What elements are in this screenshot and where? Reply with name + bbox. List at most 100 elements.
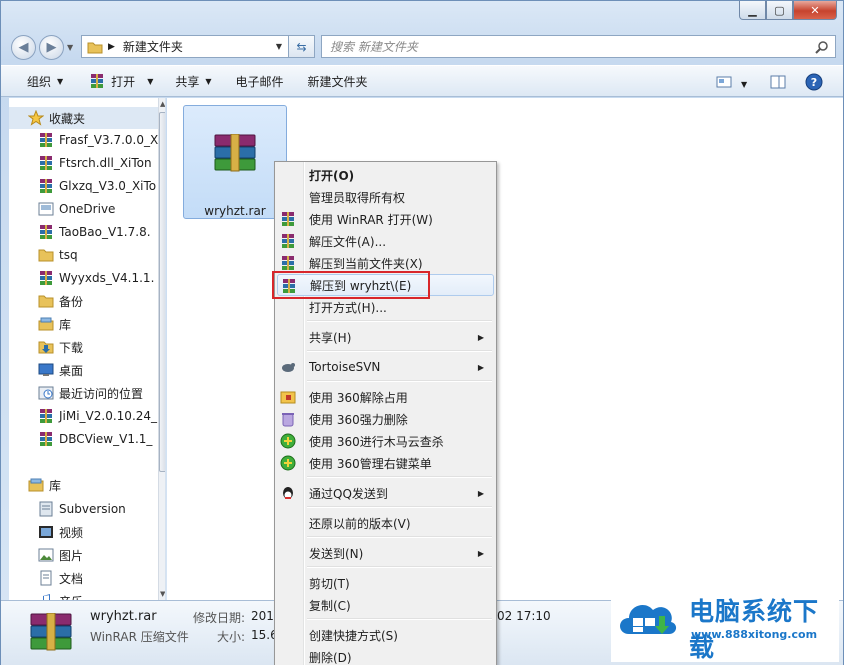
file-item-wryhzt[interactable]: wryhzt.rar (183, 105, 287, 219)
context-menu-item[interactable]: 解压文件(A)... (277, 230, 494, 252)
new-folder-button[interactable]: 新建文件夹 (294, 66, 378, 96)
caption-buttons: ▁ ▢ ✕ (739, 1, 837, 20)
forward-button[interactable]: ▶ (39, 35, 64, 60)
back-button[interactable]: ◀ (11, 35, 36, 60)
context-menu-item[interactable]: 解压到当前文件夹(X) (277, 252, 494, 274)
context-menu-item[interactable]: 发送到(N) ▶ (277, 542, 494, 564)
close-button[interactable]: ✕ (793, 1, 837, 20)
scroll-thumb[interactable] (159, 112, 165, 472)
context-menu-label: 通过QQ发送到 (309, 486, 388, 501)
rar-icon (40, 271, 52, 285)
tortoise-icon (282, 363, 295, 372)
context-menu-label: 打开方式(H)... (309, 300, 387, 315)
recent-pages-dropdown[interactable]: ▼ (67, 43, 73, 52)
nav-item-label: 图片 (59, 548, 84, 563)
nav-item[interactable]: 备份 (9, 290, 83, 312)
context-menu-item[interactable]: 还原以前的版本(V) (277, 512, 494, 534)
details-size-label: 大小: (217, 630, 246, 644)
share-label: 共享 (175, 74, 200, 89)
context-menu-item[interactable]: 打开方式(H)... (277, 296, 494, 318)
share-menu[interactable]: 共享 ▼ (163, 66, 221, 96)
scroll-down-icon[interactable]: ▼ (160, 590, 165, 598)
nav-item[interactable]: JiMi_V2.0.10.24_ (9, 405, 157, 427)
preview-pane-button[interactable] (767, 71, 789, 93)
nav-item[interactable]: 桌面 (9, 359, 83, 381)
search-input[interactable]: 搜索 新建文件夹 (321, 35, 836, 58)
menu-separator (307, 506, 492, 508)
context-menu-item[interactable]: 剪切(T) (277, 572, 494, 594)
minimize-button[interactable]: ▁ (739, 1, 766, 20)
file-list-pane[interactable]: wryhzt.rar (167, 98, 843, 600)
context-menu-item[interactable]: 使用 WinRAR 打开(W) (277, 208, 494, 230)
context-menu-label: 管理员取得所有权 (309, 190, 406, 205)
nav-library-item[interactable]: 图片 (9, 544, 83, 566)
change-view-button[interactable] (713, 71, 735, 93)
help-button[interactable]: ? (803, 71, 825, 93)
context-menu-label: 解压到 wryhzt\(E) (310, 278, 412, 293)
nav-scrollbar[interactable]: ▲ ▼ (158, 98, 165, 600)
nav-item[interactable]: TaoBao_V1.7.8. (9, 221, 151, 243)
context-menu-item[interactable]: 通过QQ发送到 ▶ (277, 482, 494, 504)
rar-icon (91, 74, 104, 88)
context-menu-label: 共享(H) (309, 330, 352, 345)
nav-item-label: JiMi_V2.0.10.24_ (59, 409, 158, 423)
nav-item[interactable]: Frasf_V3.7.0.0_X (9, 129, 158, 151)
folder-icon (38, 295, 54, 308)
context-menu-item[interactable]: 管理员取得所有权 (277, 186, 494, 208)
organize-menu[interactable]: 组织 ▼ (1, 66, 73, 96)
nav-library-item[interactable]: Subversion (9, 498, 126, 520)
context-menu-item[interactable]: 解压到 wryhzt\(E) (277, 274, 494, 296)
navigation-pane: 收藏夹 Frasf_V3.7.0.0_X Ftsrch.dll_XiTon Glxz… (9, 98, 166, 600)
nav-item[interactable]: OneDrive (9, 198, 115, 220)
view-icon (716, 76, 732, 88)
context-menu-item[interactable]: 删除(D) (277, 646, 494, 665)
nav-library-item[interactable]: 视频 (9, 521, 83, 543)
refresh-button[interactable]: ⇆ (288, 35, 315, 58)
context-menu-item[interactable]: 使用 360进行木马云查杀 (277, 430, 494, 452)
context-menu-label: 剪切(T) (309, 576, 350, 591)
address-bar[interactable]: ▶ 新建文件夹 ▼ (81, 35, 315, 58)
context-menu-item[interactable]: 使用 360解除占用 (277, 386, 494, 408)
maximize-button[interactable]: ▢ (766, 1, 793, 20)
nav-item-label: 视频 (59, 525, 84, 540)
context-menu-item[interactable]: 打开(O) (277, 164, 494, 186)
context-menu-item[interactable]: 使用 360强力删除 (277, 408, 494, 430)
nav-library-item[interactable]: 音乐 (9, 590, 83, 600)
view-dropdown-icon[interactable]: ▼ (741, 80, 747, 89)
rar-archive-icon (214, 134, 256, 172)
nav-item[interactable]: DBCView_V1.1_ (9, 428, 152, 450)
nav-favorites-label: 收藏夹 (49, 111, 86, 126)
chevron-down-icon: ▼ (205, 76, 212, 86)
nav-item[interactable]: 库 (9, 313, 71, 335)
new-folder-label: 新建文件夹 (307, 74, 368, 89)
context-menu-item[interactable]: 创建快捷方式(S) (277, 624, 494, 646)
context-menu-item[interactable]: 使用 360管理右键菜单 (277, 452, 494, 474)
menu-separator (307, 380, 492, 382)
desktop-icon (38, 363, 54, 376)
nav-item[interactable]: Glxzq_V3.0_XiTo (9, 175, 156, 197)
scroll-up-icon[interactable]: ▲ (160, 100, 165, 108)
nav-library[interactable]: 库 (9, 474, 61, 496)
email-button[interactable]: 电子邮件 (222, 66, 294, 96)
context-menu-item[interactable]: 复制(C) (277, 594, 494, 616)
recent-icon (38, 386, 54, 400)
nav-item-label: 最近访问的位置 (59, 386, 144, 401)
explorer-window: ▁ ▢ ✕ ◀ ▶ ▼ ▶ 新建文件夹 ▼ ⇆ 搜索 新建文件夹 组织 ▼ 打开… (0, 0, 844, 665)
nav-favorites[interactable]: 收藏夹 (9, 107, 158, 129)
context-menu: 打开(O) 管理员取得所有权 使用 WinRAR 打开(W) 解压文件(A)... 解压… (274, 161, 497, 665)
context-menu-label: 使用 WinRAR 打开(W) (309, 212, 433, 227)
nav-item[interactable]: 下载 (9, 336, 83, 358)
nav-item[interactable]: tsq (9, 244, 78, 266)
context-menu-item[interactable]: 共享(H) ▶ (277, 326, 494, 348)
nav-library-item[interactable]: 文档 (9, 567, 83, 589)
onedrive-icon (38, 202, 54, 216)
nav-item[interactable]: 最近访问的位置 (9, 382, 143, 404)
nav-item-label: DBCView_V1.1_ (59, 432, 153, 446)
open-button[interactable]: 打开 ▼ (73, 66, 163, 96)
context-menu-item[interactable]: TortoiseSVN ▶ (277, 356, 494, 378)
nav-item[interactable]: Ftsrch.dll_XiTon (9, 152, 152, 174)
rar-icon (40, 179, 52, 193)
submenu-arrow-icon: ▶ (477, 362, 484, 372)
address-dropdown-icon[interactable]: ▼ (276, 42, 282, 51)
nav-item[interactable]: Wyyxds_V4.1.1. (9, 267, 154, 289)
